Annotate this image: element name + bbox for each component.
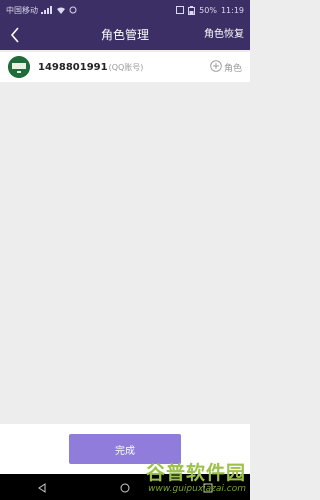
nfc-icon: [176, 6, 185, 14]
back-triangle-icon[interactable]: [37, 478, 47, 497]
watermark-url: www.guipuxiazai.com: [148, 484, 246, 494]
watermark: 谷普软件园 www.guipuxiazai.com: [116, 462, 246, 498]
done-button[interactable]: 完成: [69, 434, 181, 464]
clock-label: 11:19: [220, 5, 244, 15]
add-role-button[interactable]: 角色: [210, 59, 242, 75]
battery-label: 50%: [199, 5, 217, 15]
status-bar: 中国移动 50% 11:19: [0, 0, 250, 20]
watermark-title: 谷普软件园: [145, 462, 246, 484]
role-restore-button[interactable]: 角色恢复: [204, 20, 244, 50]
battery-icon: [188, 5, 196, 15]
account-row: 1498801991 (QQ账号) 角色: [0, 52, 250, 82]
plus-circle-icon: [210, 59, 222, 75]
notification-icon: [69, 6, 77, 14]
account-number: 1498801991: [38, 61, 108, 73]
wifi-icon: [56, 6, 66, 14]
account-type-label: (QQ账号): [108, 62, 144, 72]
status-left: 中国移动: [6, 5, 77, 16]
header-bar: 角色管理 角色恢复: [0, 20, 250, 50]
signal-icon: [41, 6, 53, 14]
avatar: [8, 56, 30, 78]
status-right: 50% 11:19: [176, 5, 244, 15]
carrier-label: 中国移动: [6, 5, 38, 15]
add-role-label: 角色: [223, 63, 242, 74]
